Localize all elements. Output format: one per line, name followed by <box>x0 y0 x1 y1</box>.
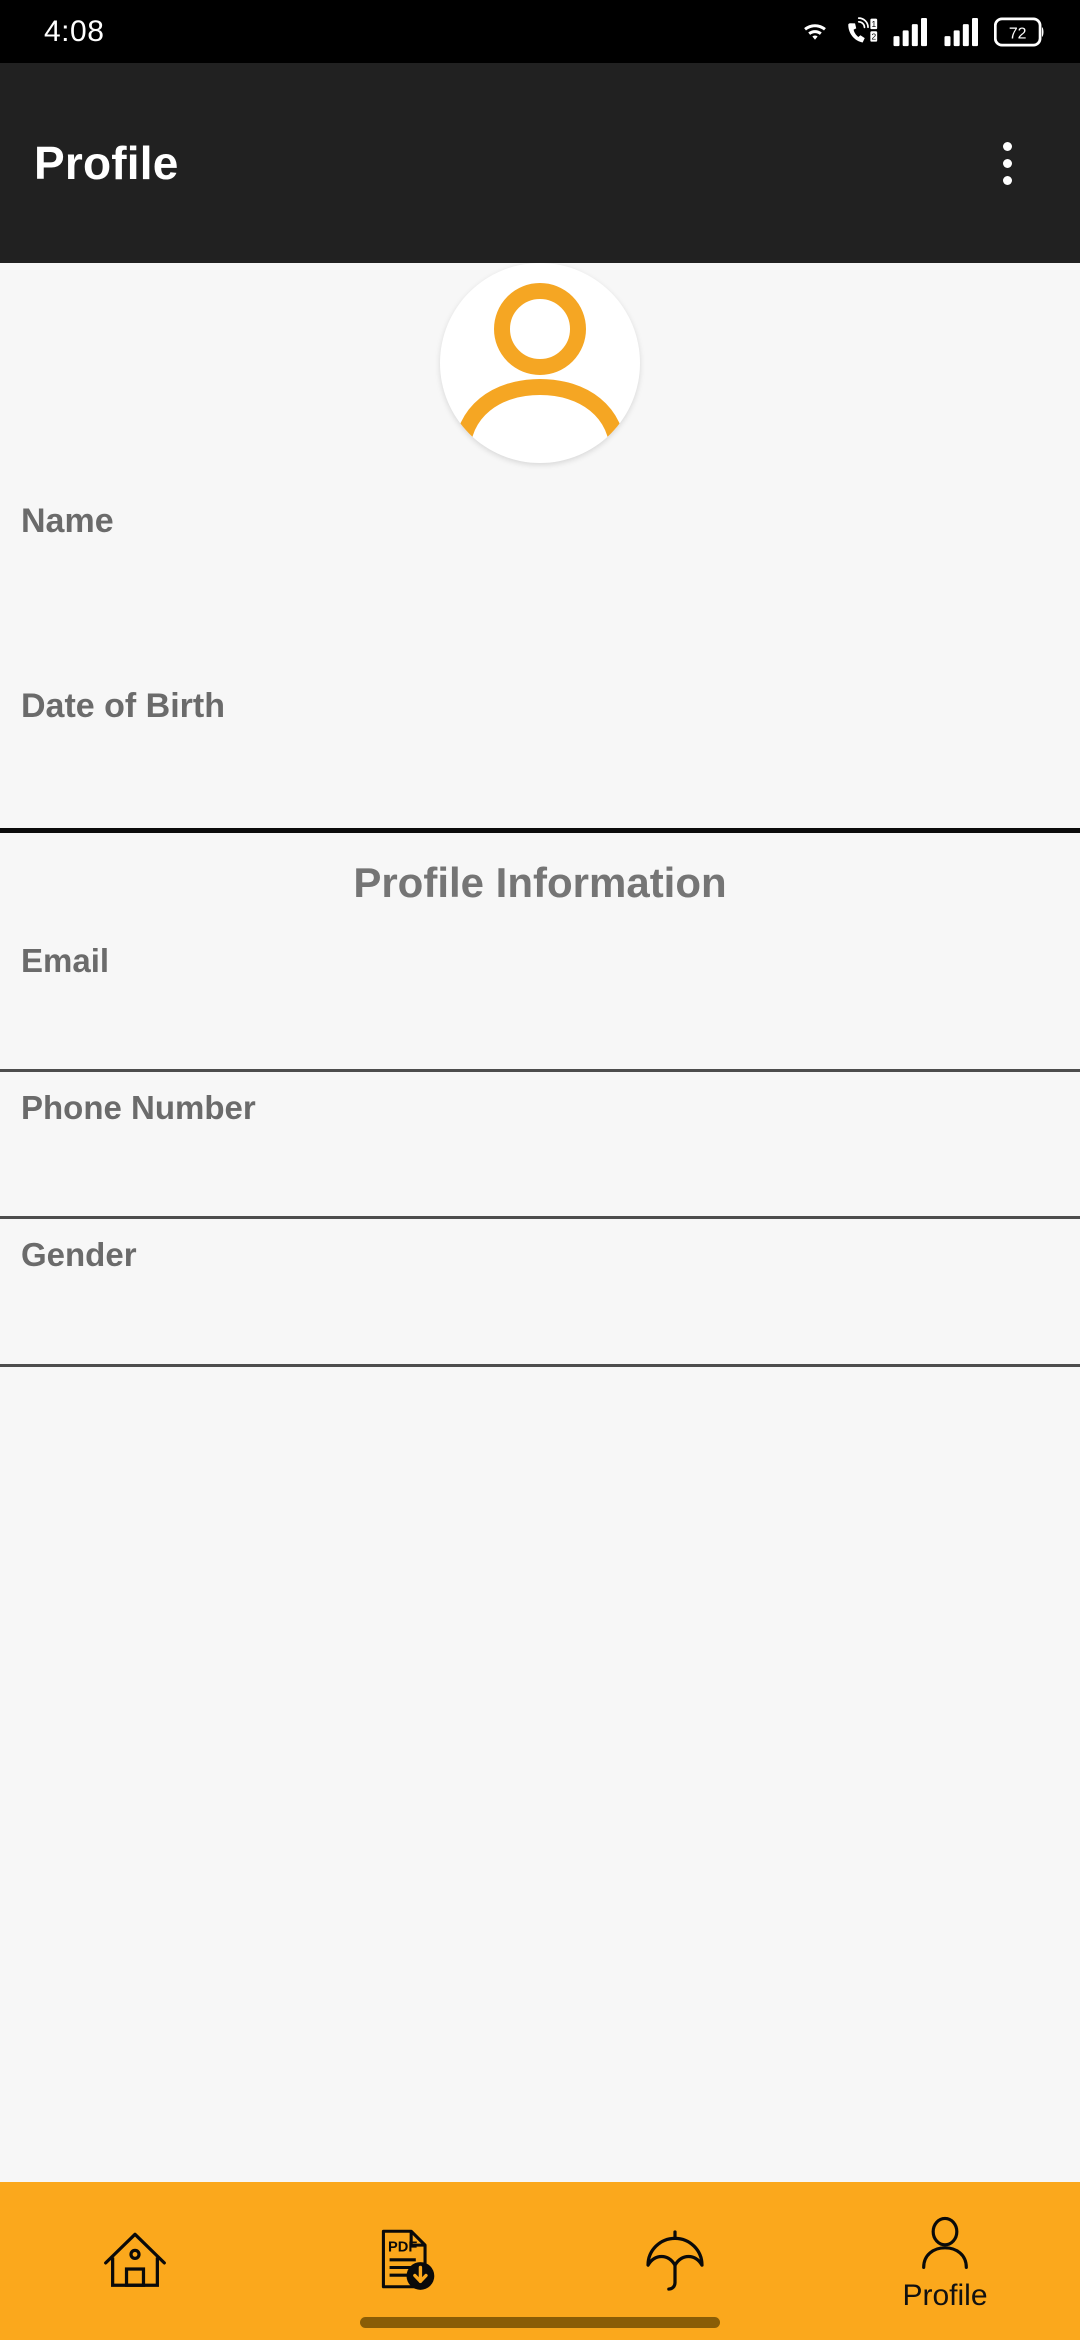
field-label: Email <box>21 941 110 979</box>
section-title: Profile Information <box>353 858 727 906</box>
signal-sim1-icon <box>892 17 930 47</box>
person-avatar-icon <box>454 283 626 463</box>
signal-sim2-icon <box>943 17 981 47</box>
status-time: 4:08 <box>44 14 105 48</box>
field-value <box>21 748 1059 794</box>
battery-level: 72 <box>1009 25 1027 42</box>
field-email[interactable]: Email <box>0 925 1080 1069</box>
umbrella-icon <box>646 2230 704 2291</box>
field-date-of-birth[interactable]: Date of Birth <box>0 687 1080 794</box>
battery-icon: 72 <box>994 16 1046 47</box>
avatar[interactable] <box>440 263 640 463</box>
field-label: Name <box>21 502 114 540</box>
nav-item-profile[interactable]: Profile <box>810 2182 1080 2340</box>
person-icon <box>922 2216 968 2269</box>
list-trailing-space <box>0 1367 1080 1517</box>
app-bar: Profile <box>0 63 1080 263</box>
avatar-container <box>0 263 1080 463</box>
field-value <box>21 1148 1059 1216</box>
field-phone-number[interactable]: Phone Number <box>0 1072 1080 1216</box>
field-value <box>21 562 1059 608</box>
profile-information-list: Email Phone Number Gender <box>0 925 1080 1517</box>
field-name[interactable]: Name <box>0 502 1080 608</box>
bottom-navigation: PDF Profile <box>0 2182 1080 2340</box>
svg-text:2: 2 <box>871 31 876 41</box>
basic-fields: Name Date of Birth <box>0 502 1080 794</box>
svg-text:1: 1 <box>871 19 876 29</box>
field-label: Phone Number <box>21 1089 256 1127</box>
gesture-navigation-bar[interactable] <box>360 2317 720 2328</box>
phone-screen: 4:08 1 2 72 Profile Name Date of Birth P… <box>0 0 1080 2340</box>
pdf-download-icon: PDF <box>381 2229 435 2290</box>
profile-content: Name Date of Birth Profile Information E… <box>0 263 1080 2182</box>
nav-label: Profile <box>902 2279 988 2312</box>
field-value <box>21 1001 1059 1069</box>
field-label: Gender <box>21 1236 137 1274</box>
home-icon <box>104 2232 166 2287</box>
page-title: Profile <box>34 137 179 189</box>
nav-item-home[interactable] <box>0 2182 270 2340</box>
svg-text:PDF: PDF <box>388 2239 417 2255</box>
field-label: Date of Birth <box>21 687 225 726</box>
status-bar: 4:08 1 2 72 <box>0 0 1080 63</box>
field-gender[interactable]: Gender <box>0 1219 1080 1363</box>
volte-dual-sim-icon: 1 2 <box>845 16 879 48</box>
field-value <box>21 1296 1059 1364</box>
overflow-menu-icon[interactable] <box>972 128 1042 198</box>
status-icons: 1 2 72 <box>798 16 1046 48</box>
wifi-icon <box>798 17 832 47</box>
